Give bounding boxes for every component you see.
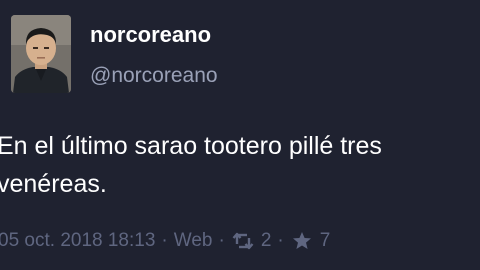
separator: · (277, 230, 284, 251)
boost-icon[interactable] (231, 229, 255, 253)
avatar[interactable] (11, 15, 71, 93)
application-name: Web (173, 230, 213, 251)
boosts-count: 2 (260, 230, 272, 251)
timestamp-link[interactable]: 05 oct. 2018 18:13 (0, 230, 155, 252)
star-icon[interactable] (290, 229, 314, 253)
display-name[interactable]: norcoreano (90, 22, 211, 48)
username[interactable]: @norcoreano (90, 63, 218, 88)
status-meta: 05 oct. 2018 18:13 · Web · 2 · 7 (0, 229, 330, 253)
separator: · (218, 230, 225, 251)
status-content-line: En el último sarao tootero pillé tres (0, 132, 382, 160)
separator: · (161, 230, 168, 251)
status-content-line: venéreas. (0, 170, 107, 198)
favourites-count: 7 (319, 230, 331, 251)
status-content: En el último sarao tootero pillé tres ve… (0, 127, 477, 203)
status-card: norcoreano @norcoreano En el último sara… (0, 0, 480, 270)
